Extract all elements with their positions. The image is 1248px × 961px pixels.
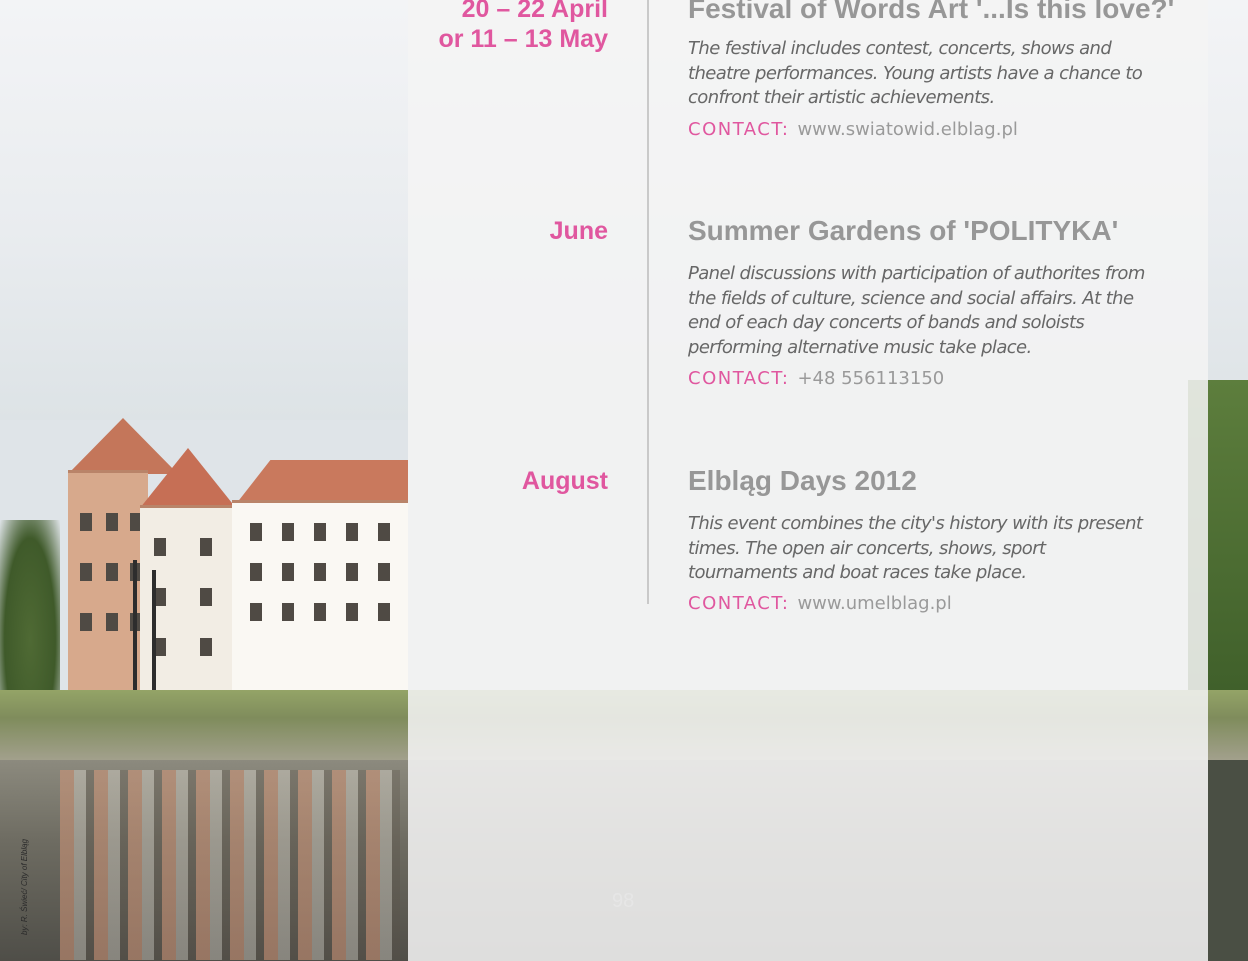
contact-link[interactable]: www.umelblag.pl bbox=[797, 593, 951, 614]
photo-credit: by: R. Świeć/ City of Elbląg bbox=[20, 838, 29, 935]
event-description: Panel discussions with participation of … bbox=[688, 263, 1145, 358]
street-lamp bbox=[133, 560, 137, 710]
event-date-line: or 11 – 13 May bbox=[438, 25, 608, 53]
contact-label: CONTACT: bbox=[688, 593, 790, 614]
event-contact: CONTACT: +48 556113150 bbox=[688, 367, 944, 391]
event-date: June bbox=[550, 216, 608, 246]
event-date: 20 – 22 April or 11 – 13 May bbox=[438, 0, 608, 54]
building-roof bbox=[140, 448, 236, 508]
contact-label: CONTACT: bbox=[688, 119, 790, 140]
building-half-timbered bbox=[232, 500, 408, 693]
page-number: 98 bbox=[612, 890, 635, 912]
building-roof bbox=[236, 460, 408, 504]
event-description: The festival includes contest, concerts,… bbox=[688, 38, 1143, 108]
event-title: Elbląg Days 2012 bbox=[688, 465, 917, 496]
contact-phone: +48 556113150 bbox=[797, 368, 945, 389]
event-title: Festival of Words Art '...Is this love?' bbox=[688, 0, 1175, 24]
event-description: This event combines the city's history w… bbox=[688, 513, 1143, 583]
event-date-line: 20 – 22 April bbox=[461, 0, 608, 23]
event-contact: CONTACT: www.swiatowid.elblag.pl bbox=[688, 118, 1018, 142]
contact-label: CONTACT: bbox=[688, 368, 790, 389]
event-contact: CONTACT: www.umelblag.pl bbox=[688, 592, 952, 616]
event-date-line: August bbox=[521, 467, 608, 495]
event-date: August bbox=[522, 466, 608, 496]
contact-link[interactable]: www.swiatowid.elblag.pl bbox=[797, 119, 1017, 140]
event-date-line: June bbox=[549, 217, 608, 245]
street-lamp bbox=[152, 570, 156, 710]
river-reflection bbox=[60, 770, 400, 960]
timeline-divider bbox=[647, 0, 649, 604]
event-title: Summer Gardens of 'POLITYKA' bbox=[688, 215, 1119, 246]
river-edge bbox=[1208, 760, 1248, 961]
